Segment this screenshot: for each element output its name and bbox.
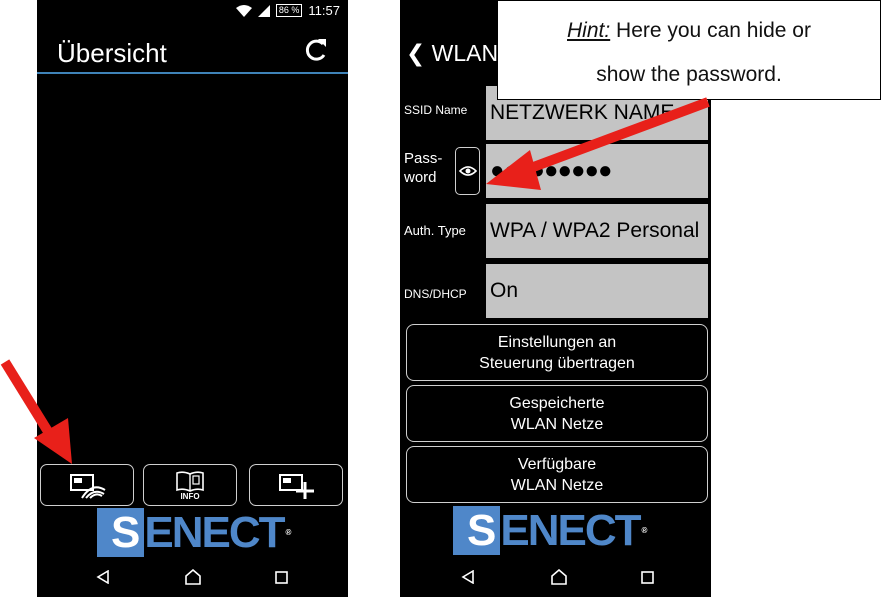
arrow-to-eye-toggle bbox=[486, 97, 710, 190]
annotation-arrows bbox=[0, 97, 710, 464]
arrow-to-wlan-button bbox=[0, 359, 72, 464]
